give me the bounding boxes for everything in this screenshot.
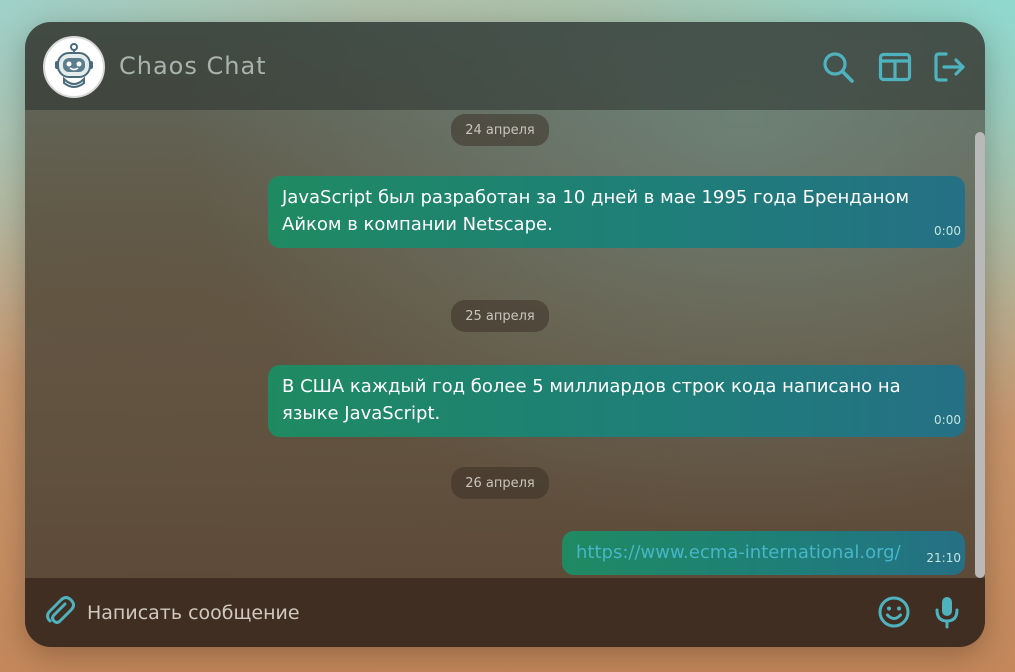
date-separator: 24 апреля xyxy=(451,114,549,146)
date-separator: 26 апреля xyxy=(451,467,549,499)
message-time: 0:00 xyxy=(934,413,961,427)
message-bubble[interactable]: В США каждый год более 5 миллиардов стро… xyxy=(268,365,965,437)
date-separator: 25 апреля xyxy=(451,300,549,332)
logout-icon[interactable] xyxy=(933,50,967,84)
chat-header: Chaos Chat xyxy=(25,22,985,110)
message-input[interactable] xyxy=(87,596,847,630)
message-link[interactable]: https://www.ecma-international.org/ xyxy=(576,542,901,563)
microphone-icon[interactable] xyxy=(930,595,964,629)
chat-window: Chaos Chat 24 апреля JavaScript был разр… xyxy=(25,22,985,647)
app-title: Chaos Chat xyxy=(119,52,267,80)
message-text: JavaScript был разработан за 10 дней в м… xyxy=(282,187,910,235)
message-text: В США каждый год более 5 миллиардов стро… xyxy=(282,376,901,424)
message-composer xyxy=(25,578,985,647)
emoji-icon[interactable] xyxy=(877,595,911,629)
message-list[interactable]: 24 апреля JavaScript был разработан за 1… xyxy=(25,110,985,578)
columns-icon[interactable] xyxy=(878,50,912,84)
bot-avatar[interactable] xyxy=(43,36,105,98)
message-time: 21:10 xyxy=(926,551,961,565)
message-bubble[interactable]: https://www.ecma-international.org/ 21:1… xyxy=(562,531,965,575)
message-bubble[interactable]: JavaScript был разработан за 10 дней в м… xyxy=(268,176,965,248)
paperclip-icon[interactable] xyxy=(43,595,77,629)
scrollbar[interactable] xyxy=(975,132,985,578)
search-icon[interactable] xyxy=(821,50,855,84)
robot-icon xyxy=(55,43,93,88)
message-time: 0:00 xyxy=(934,224,961,238)
